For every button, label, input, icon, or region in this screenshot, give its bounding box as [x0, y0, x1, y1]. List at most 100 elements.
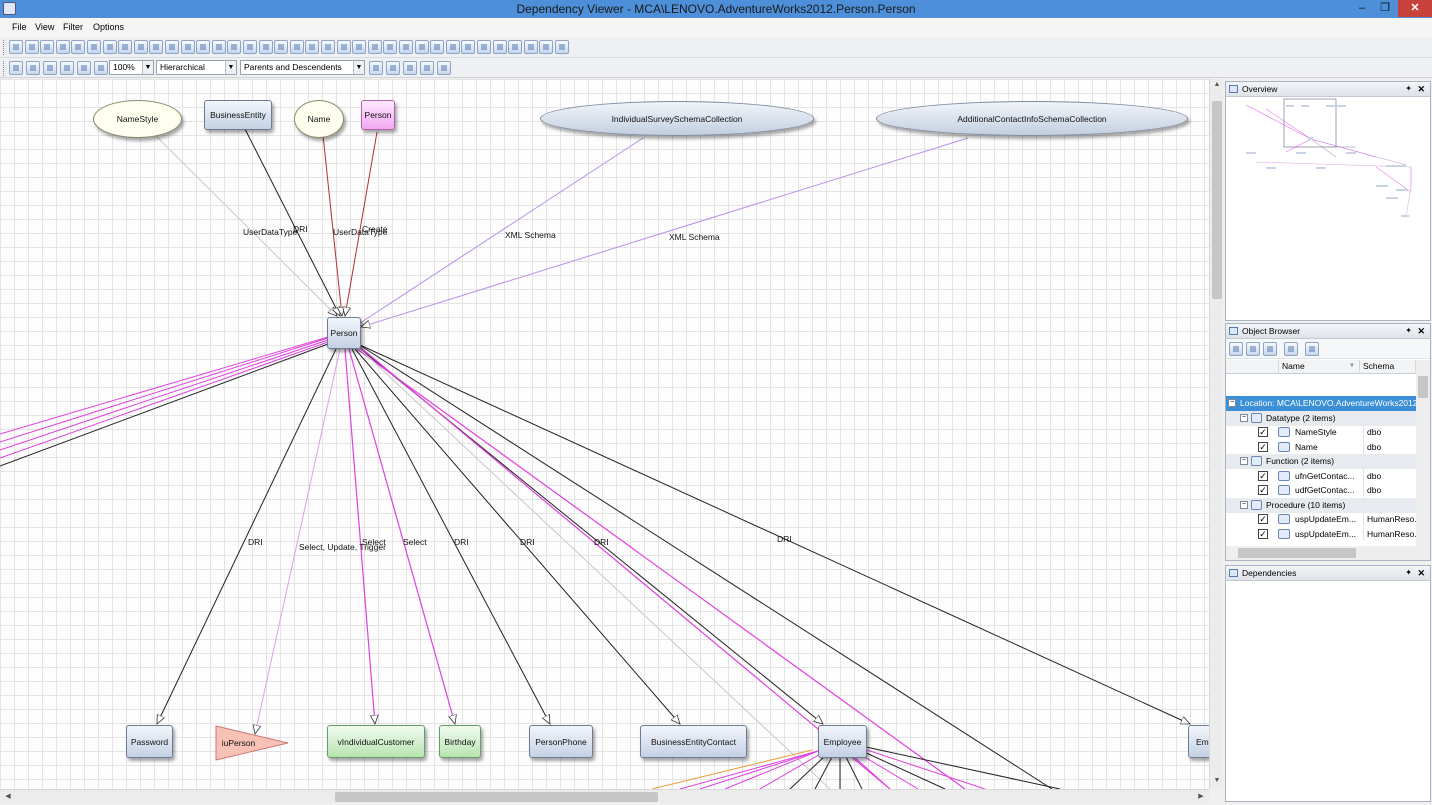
node-person-selected[interactable]: Person [327, 317, 361, 349]
vertical-scroll-thumb[interactable] [1212, 101, 1222, 299]
partition-function-icon[interactable] [461, 40, 476, 54]
group-row-procedure[interactable]: − Procedure (10 items) [1226, 498, 1416, 513]
menu-view[interactable]: View [35, 22, 54, 32]
collapse-all-icon[interactable] [1246, 342, 1260, 356]
datatype-icon[interactable] [165, 40, 179, 54]
object-row[interactable]: ✓ uspUpdateEm... HumanReso... [1226, 527, 1416, 542]
rule-icon[interactable] [180, 40, 195, 54]
node-name[interactable]: Name [294, 100, 344, 138]
menu-file[interactable]: File [12, 22, 27, 32]
object-row[interactable]: ✓ ufnGetContac... dbo [1226, 469, 1416, 484]
fit-to-window-icon[interactable] [9, 61, 23, 75]
role-icon[interactable] [243, 40, 257, 54]
database-icon[interactable] [24, 40, 39, 54]
node-additionalcontactinfoschemacollection[interactable]: AdditionalContactInfoSchemaCollection [876, 101, 1188, 136]
node-emailaddress[interactable]: Ema [1188, 725, 1209, 758]
scroll-left-icon[interactable]: ◀ [2, 790, 14, 804]
table-type-icon[interactable] [508, 40, 523, 54]
object-checkbox[interactable]: ✓ [1258, 471, 1268, 481]
minimize-button[interactable]: – [1352, 0, 1372, 17]
zoom-in-icon[interactable] [43, 61, 57, 75]
group-row-function[interactable]: − Function (2 items) [1226, 454, 1416, 469]
fulltext-catalog-icon[interactable] [430, 40, 445, 54]
user-icon[interactable] [227, 40, 242, 54]
partition-scheme-icon[interactable] [445, 40, 460, 54]
zoom-select[interactable]: 100% ▼ [109, 60, 154, 75]
grid-view-icon[interactable] [1263, 342, 1277, 356]
close-icon[interactable]: ✕ [1417, 82, 1425, 96]
overview-minimap[interactable] [1226, 97, 1430, 319]
table-icon[interactable] [40, 40, 55, 54]
pin-icon[interactable]: ✦ [1405, 566, 1412, 580]
object-row[interactable]: ✓ NameStyle dbo [1226, 425, 1416, 440]
node-personphone[interactable]: PersonPhone [529, 725, 593, 758]
collapse-icon[interactable]: − [1240, 501, 1248, 509]
node-businessentity[interactable]: BusinessEntity [204, 100, 272, 130]
about-icon[interactable] [539, 40, 554, 54]
save-icon[interactable] [369, 61, 383, 75]
scroll-up-icon[interactable]: ▲ [1210, 81, 1224, 93]
sequence-icon[interactable] [492, 40, 507, 54]
print-icon[interactable] [386, 61, 400, 75]
toolbar-grip[interactable] [3, 61, 5, 76]
node-employee[interactable]: Employee [818, 725, 867, 758]
maximize-button[interactable]: ❐ [1375, 0, 1395, 17]
collapse-icon[interactable]: − [1240, 457, 1248, 465]
node-birthday[interactable]: Birthday [439, 725, 481, 758]
statistics-icon[interactable] [477, 40, 491, 54]
object-checkbox[interactable]: ✓ [1258, 529, 1268, 539]
object-row[interactable]: ✓ Name dbo [1226, 440, 1416, 455]
schema-icon[interactable] [258, 40, 273, 54]
horizontal-scroll-thumb[interactable] [335, 792, 658, 802]
node-businessentitycontact[interactable]: BusinessEntityContact [640, 725, 747, 758]
horizontal-scroll-thumb[interactable] [1238, 548, 1356, 558]
assembly-icon[interactable] [133, 40, 148, 54]
trigger-icon[interactable] [102, 40, 117, 54]
group-row-datatype[interactable]: − Datatype (2 items) [1226, 411, 1416, 426]
synonym-icon[interactable] [118, 40, 133, 54]
mode-select[interactable]: Parents and Descendents ▼ [240, 60, 365, 75]
node-person-top[interactable]: Person [361, 100, 395, 130]
close-button[interactable]: ✕ [1398, 0, 1432, 17]
vertical-scroll-thumb[interactable] [1418, 376, 1428, 398]
filter-icon[interactable] [1284, 342, 1298, 356]
forward-icon[interactable] [94, 61, 108, 75]
certificate-icon[interactable] [383, 40, 398, 54]
column-header-name[interactable]: Name ▼ [1279, 360, 1360, 374]
asymmetric-key-icon[interactable] [414, 40, 429, 54]
scroll-right-icon[interactable]: ▶ [1195, 790, 1207, 804]
dependency-graph-canvas[interactable]: NameStyle BusinessEntity Name Person Ind… [0, 79, 1209, 789]
settings-icon[interactable] [420, 61, 434, 75]
print-preview-icon[interactable] [403, 61, 417, 75]
object-browser-vertical-scrollbar[interactable] [1416, 360, 1430, 546]
back-icon[interactable] [77, 61, 91, 75]
column-header-schema[interactable]: Schema [1360, 360, 1416, 374]
properties-icon[interactable] [1305, 342, 1319, 356]
object-checkbox[interactable]: ✓ [1258, 427, 1268, 437]
pin-icon[interactable]: ✦ [1405, 324, 1412, 338]
object-row[interactable]: ✓ uspUpdateEm... HumanReso... [1226, 512, 1416, 527]
close-icon[interactable]: ✕ [1417, 324, 1425, 338]
object-browser-horizontal-scrollbar[interactable] [1226, 546, 1430, 560]
menu-options[interactable]: Options [93, 22, 124, 32]
key-icon[interactable] [274, 40, 289, 54]
pin-icon[interactable]: ✦ [1405, 82, 1412, 96]
canvas-horizontal-scrollbar[interactable]: ◀ ▶ [0, 789, 1209, 803]
collapse-icon[interactable]: − [1240, 414, 1248, 422]
collapse-icon[interactable]: − [1228, 399, 1236, 407]
canvas-vertical-scrollbar[interactable]: ▲ ▼ [1209, 79, 1223, 789]
toolbar-grip[interactable] [3, 40, 5, 55]
node-individualsurveyschemacollection[interactable]: IndividualSurveySchemaCollection [540, 101, 814, 136]
location-row[interactable]: − Location: MCA\LENOVO.AdventureWorks201… [1226, 396, 1416, 411]
close-icon[interactable]: ✕ [1417, 566, 1425, 580]
route-icon[interactable] [352, 40, 367, 54]
node-namestyle[interactable]: NameStyle [93, 100, 182, 138]
procedure-icon[interactable] [71, 40, 86, 54]
contract-icon[interactable] [336, 40, 351, 54]
object-checkbox[interactable]: ✓ [1258, 485, 1268, 495]
help-icon[interactable] [523, 40, 538, 54]
scroll-down-icon[interactable]: ▼ [1210, 777, 1224, 789]
expand-all-icon[interactable] [1229, 342, 1243, 356]
layout-select[interactable]: Hierarchical ▼ [156, 60, 237, 75]
menu-filter[interactable]: Filter [63, 22, 83, 32]
